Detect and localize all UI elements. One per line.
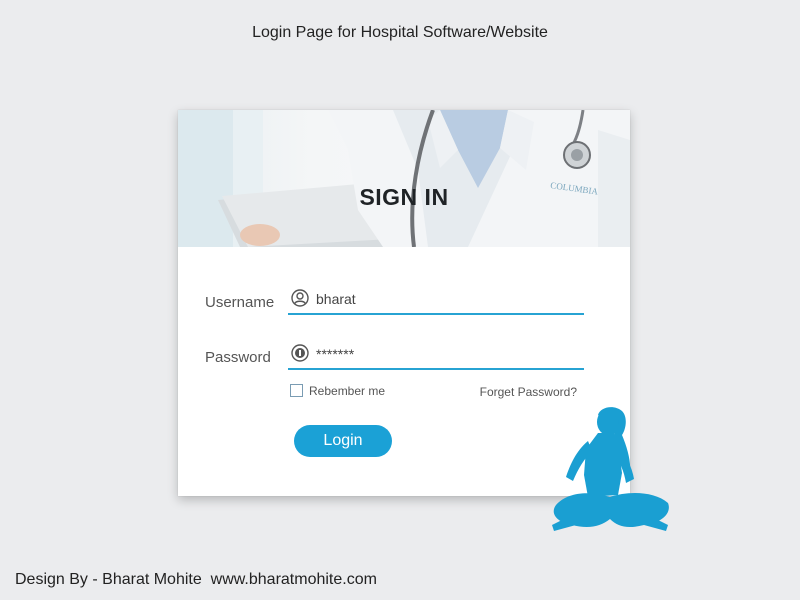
login-button[interactable]: Login — [294, 425, 392, 457]
user-icon — [291, 289, 309, 307]
username-value: bharat — [316, 291, 356, 307]
remember-me-label[interactable]: Rebember me — [309, 384, 385, 398]
username-field[interactable]: bharat — [288, 287, 584, 315]
sign-in-heading: SIGN IN — [359, 184, 449, 210]
key-icon — [291, 344, 309, 362]
forgot-password-link[interactable]: Forget Password? — [480, 385, 577, 399]
page-title: Login Page for Hospital Software/Website — [252, 24, 548, 41]
password-field[interactable]: ******* — [288, 342, 584, 370]
remember-me-checkbox[interactable] — [290, 384, 303, 397]
designer-credit: Design By - Bharat Mohite www.bharatmohi… — [15, 571, 377, 588]
doctor-illustration: COLUMBIA — [178, 110, 630, 247]
sitting-person-silhouette — [552, 407, 669, 531]
hero-banner: COLUMBIA SIGN IN — [178, 110, 630, 247]
username-label: Username — [205, 294, 275, 311]
password-value: ******* — [316, 346, 355, 362]
password-label: Password — [205, 349, 271, 366]
